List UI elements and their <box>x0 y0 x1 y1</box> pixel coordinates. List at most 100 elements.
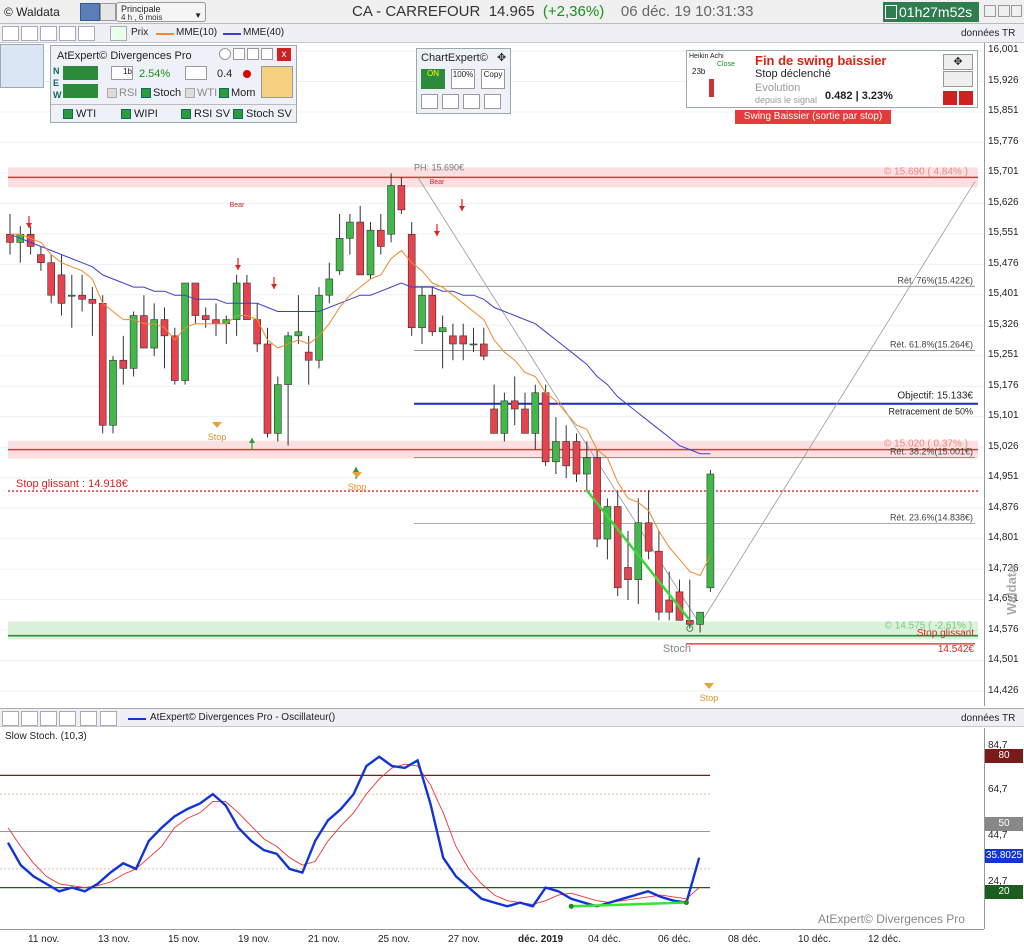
price-tick-label: 14,951 <box>988 471 1019 482</box>
wti-checkbox[interactable] <box>185 88 195 98</box>
bear-label-2: Bear <box>430 179 445 186</box>
divergence-pct: 2.54% <box>139 68 171 80</box>
maximize-button[interactable] <box>998 5 1010 17</box>
candle-body <box>181 282 189 381</box>
move-icon[interactable]: ✥ <box>497 51 506 64</box>
stock-price: 14.965 <box>488 3 535 20</box>
n-label: N <box>53 66 60 76</box>
candle-body <box>304 351 313 361</box>
price-tick-label: 15,476 <box>988 257 1019 269</box>
fibo-label: Rét. 76%(15.422€) <box>897 275 973 285</box>
zigzag-tool-icon[interactable] <box>21 26 38 41</box>
candle-body <box>613 506 622 589</box>
trend-down-icon[interactable] <box>63 84 98 98</box>
rsisv-checkbox[interactable] <box>181 109 191 119</box>
osc-zigzag-icon[interactable] <box>21 711 38 726</box>
time-tick-label: 27 nov. <box>448 934 481 945</box>
print-icon[interactable] <box>247 48 259 60</box>
stoch-value-badge: 35.8025 <box>985 849 1023 863</box>
up-signal-icon[interactable] <box>943 91 957 105</box>
cross-tool-icon[interactable] <box>2 26 19 41</box>
osc-cross-icon[interactable] <box>2 711 19 726</box>
osc-title[interactable]: AtExpert© Divergences Pro - Oscillateur(… <box>150 712 335 723</box>
compass-icon[interactable] <box>0 44 44 88</box>
legend-mme40[interactable]: MME(40) <box>243 27 284 38</box>
rsi-label: RSI <box>119 87 138 99</box>
wave-tool-icon[interactable] <box>40 26 57 41</box>
workspace-icon[interactable] <box>80 3 100 21</box>
tool-pencil-icon[interactable] <box>442 94 459 109</box>
time-tick-label: 19 nov. <box>238 934 271 945</box>
candle-body <box>119 359 128 369</box>
legend-mme10[interactable]: MME(10) <box>176 27 217 38</box>
bear-arrow-2 <box>235 265 241 270</box>
rsi-checkbox[interactable] <box>107 88 117 98</box>
window-tool-icon[interactable] <box>78 26 95 41</box>
close-label: Close <box>717 61 735 68</box>
osc-trend-icon[interactable] <box>59 711 76 726</box>
oscillator-chart[interactable] <box>0 728 984 929</box>
bars-label: 23b <box>692 67 706 76</box>
signal-since: depuis le signal <box>755 95 818 105</box>
move-signal-icon[interactable]: ✥ <box>943 54 973 70</box>
price-tick-label: 15,851 <box>988 105 1019 116</box>
stop-glissant-right-value: 14.542€ <box>938 644 975 655</box>
fit-100-button[interactable]: 100% <box>451 69 475 89</box>
settings-icon[interactable] <box>219 48 231 60</box>
candle-body <box>356 221 365 276</box>
candle-body <box>552 441 560 463</box>
help-icon[interactable] <box>261 48 273 60</box>
copy-icon[interactable] <box>233 48 245 60</box>
candle-body <box>479 343 488 357</box>
wti-sv-checkbox[interactable] <box>63 109 73 119</box>
clock-value: 01h27m52s <box>899 4 973 20</box>
candle-body <box>253 319 261 345</box>
stock-name: CA - CARREFOUR <box>352 3 481 20</box>
stochsv-checkbox[interactable] <box>233 109 243 119</box>
osc-close-icon[interactable] <box>100 711 117 726</box>
trend-up-icon[interactable] <box>63 66 98 80</box>
minimize-button[interactable] <box>984 5 996 17</box>
bell-icon[interactable] <box>261 66 293 98</box>
time-tick-label: 06 déc. <box>658 934 691 945</box>
time-tick-label: 13 nov. <box>98 934 131 945</box>
mom-checkbox[interactable] <box>219 88 229 98</box>
candle-body <box>315 294 323 361</box>
stoch-checkbox[interactable] <box>141 88 151 98</box>
time-tick-label: 08 déc. <box>728 934 761 945</box>
down-signal-icon[interactable] <box>959 91 973 105</box>
trend-tool-icon[interactable] <box>59 26 76 41</box>
candle-body <box>78 294 86 300</box>
stoch-label: Stoch <box>153 87 182 99</box>
on-button[interactable]: ON <box>421 69 445 89</box>
price-tick-label: 16,001 <box>988 44 1019 55</box>
close-button[interactable] <box>1011 5 1022 17</box>
stop-label: Stop <box>348 482 367 492</box>
time-tick-label: déc. 2019 <box>518 934 564 945</box>
candle-type-icon[interactable] <box>110 26 127 41</box>
tool-palette-icon[interactable] <box>463 94 480 109</box>
price-tick-label: 15,401 <box>988 288 1019 299</box>
candle-body <box>428 294 437 333</box>
close-panel-icon[interactable]: x <box>277 48 291 61</box>
support-band <box>8 621 978 640</box>
legend-prix[interactable]: Prix <box>131 27 148 38</box>
price-tick-label: 15,176 <box>988 379 1019 391</box>
tool-info-icon[interactable] <box>484 94 501 109</box>
osc-window-icon[interactable] <box>80 711 97 726</box>
candle-body <box>346 221 354 239</box>
copy-button[interactable]: Copy <box>481 69 505 89</box>
tool-arrow-icon[interactable] <box>421 94 438 109</box>
candle-body <box>582 457 591 475</box>
wipi-checkbox[interactable] <box>121 109 131 119</box>
preset-select[interactable]: Principale 4 h , 6 mois ▼ <box>116 2 206 22</box>
price-chart[interactable]: © 15.690 ( 4.84% )© 15.020 ( 0.37% )© 14… <box>0 43 984 706</box>
bear-arrow-5 <box>459 206 465 211</box>
candle-body <box>263 343 272 434</box>
hammer-icon[interactable] <box>943 71 973 87</box>
candle-body <box>376 229 385 247</box>
osc-wave-icon[interactable] <box>40 711 57 726</box>
layout-icon[interactable] <box>100 3 116 21</box>
resistance-top-label: © 15.690 ( 4.84% ) <box>884 166 968 177</box>
rsisv-label: RSI SV <box>194 108 231 120</box>
